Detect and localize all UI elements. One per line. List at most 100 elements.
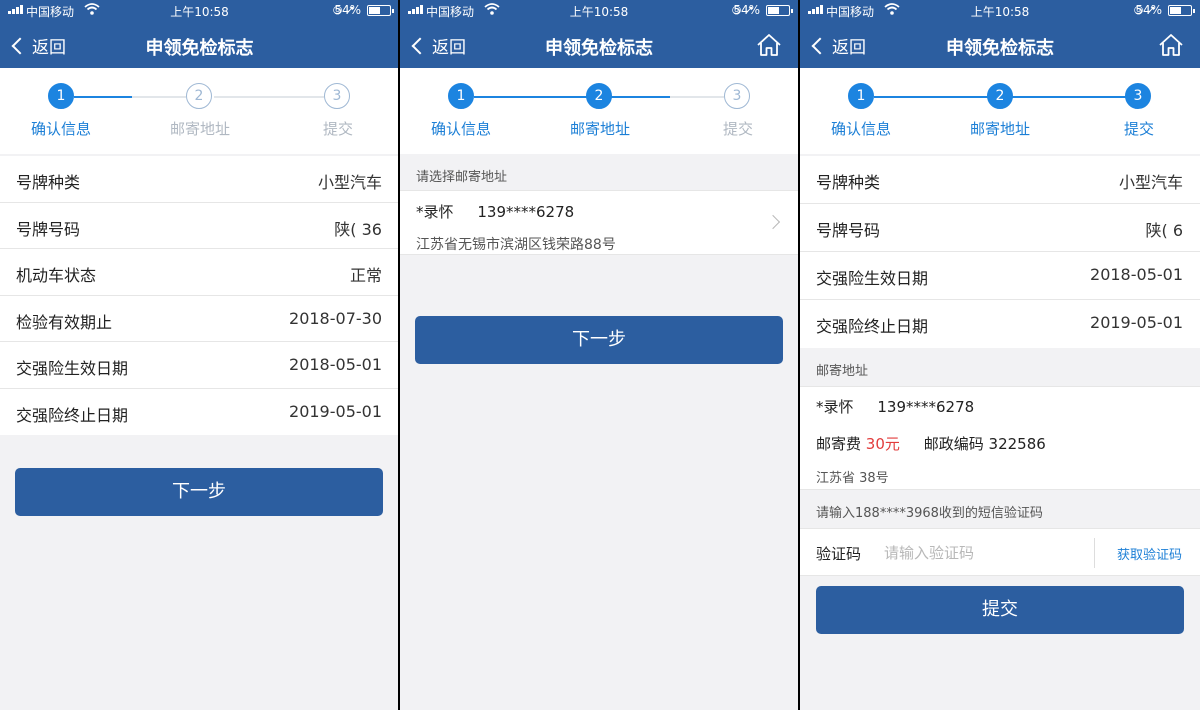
recipient-name: *录怀 [416, 203, 454, 221]
row-key: 机动车状态 [16, 266, 97, 285]
info-row-insurance-start: 交强险生效日期 2018-05-01 [0, 342, 399, 389]
vehicle-info-list: 号牌种类 小型汽车 号牌号码 陕( 36 机动车状态 正常 检验有效期止 2018-07… [0, 156, 399, 435]
step-3-circle: 3 [324, 83, 350, 109]
step-2-circle: 2 [586, 83, 612, 109]
recipient-line: *录怀 139****6278 [416, 201, 574, 222]
info-row-plate-type: 号牌种类 小型汽车 [800, 156, 1200, 204]
step-3-label: 提交 [722, 120, 753, 138]
step-1-label: 确认信息 [30, 120, 91, 138]
row-key: 号牌种类 [16, 173, 81, 192]
step-line-pending [670, 96, 724, 98]
fee-label: 邮寄费 [816, 435, 862, 453]
step-line-done [612, 96, 670, 98]
row-value: 2018-07-30 [289, 308, 382, 328]
step-1-circle: 1 [848, 83, 874, 109]
step-1-label: 确认信息 [430, 120, 491, 138]
step-indicator: 1 2 3 确认信息 邮寄地址 提交 [400, 68, 798, 154]
status-bar: 中国移动 上午10:58 ◎ ➚ 54% [400, 0, 798, 22]
home-icon[interactable] [1158, 32, 1184, 58]
nav-bar: 返回 申领免检标志 [0, 22, 399, 68]
row-value: 小型汽车 [1118, 173, 1183, 192]
page-title: 申领免检标志 [946, 38, 1054, 59]
recipient-address: 江苏省 38号 [816, 471, 889, 486]
battery-icon [766, 5, 793, 16]
battery-percent: 54% [733, 3, 760, 17]
row-value: 2019-05-01 [289, 401, 382, 421]
verification-code-row: 验证码 获取验证码 [800, 528, 1200, 576]
battery-percent: 54% [1135, 3, 1162, 17]
info-row-insurance-end: 交强险终止日期 2019-05-01 [800, 300, 1200, 348]
address-item[interactable]: *录怀 139****6278 江苏省无锡市滨湖区钱荣路88号 [400, 190, 798, 255]
nav-bar: 返回 申领免检标志 [800, 22, 1200, 68]
screen-confirm-info: 中国移动 上午10:58 ◎ ➚ 54% 返回 申领免检标志 1 2 3 确认信… [0, 0, 399, 710]
step-3-circle: 3 [724, 83, 750, 109]
step-1-circle: 1 [48, 83, 74, 109]
step-1-label: 确认信息 [830, 120, 891, 138]
home-icon[interactable] [756, 32, 782, 58]
step-2-circle: 2 [987, 83, 1013, 109]
row-value: 正常 [349, 266, 382, 285]
chevron-right-icon [765, 214, 781, 230]
info-row-plate-number: 号牌号码 陕( 36 [0, 203, 399, 249]
code-label: 验证码 [816, 545, 862, 563]
get-code-button[interactable]: 获取验证码 [1117, 544, 1182, 563]
row-key: 交强险终止日期 [816, 317, 929, 336]
recipient-address: 江苏省无锡市滨湖区钱荣路88号 [416, 237, 616, 253]
vertical-divider [1094, 538, 1095, 568]
info-row-vehicle-status: 机动车状态 正常 [0, 249, 399, 296]
step-2-circle: 2 [186, 83, 212, 109]
fee-amount: 30元 [865, 435, 900, 453]
row-value: 2018-05-01 [289, 355, 382, 374]
battery-percent: 54% [334, 3, 361, 17]
fee-line: 邮寄费 30元 邮政编码 322586 [816, 433, 1046, 454]
row-value: 小型汽车 [317, 173, 382, 192]
recipient-phone: 139****6278 [877, 398, 975, 416]
info-row-insurance-start: 交强险生效日期 2018-05-01 [800, 252, 1200, 300]
sms-hint: 请输入188****3968收到的短信验证码 [816, 506, 1043, 521]
row-key: 交强险生效日期 [816, 269, 929, 288]
next-button[interactable]: 下一步 [415, 316, 783, 364]
step-3-label: 提交 [322, 120, 353, 138]
postcode-label: 邮政编码 [923, 435, 984, 453]
row-key: 号牌号码 [816, 221, 881, 240]
step-2-label: 邮寄地址 [169, 120, 230, 138]
battery-icon [1168, 5, 1195, 16]
next-button[interactable]: 下一步 [15, 468, 383, 516]
postcode-value: 322586 [988, 435, 1046, 453]
page-title: 申领免检标志 [545, 38, 653, 59]
step-2-label: 邮寄地址 [569, 120, 630, 138]
screen-mailing-address: 中国移动 上午10:58 ◎ ➚ 54% 返回 申领免检标志 1 2 3 确认信… [400, 0, 798, 710]
step-1-circle: 1 [448, 83, 474, 109]
recipient-line: *录怀 139****6278 [816, 396, 974, 417]
page-title: 申领免检标志 [145, 38, 254, 59]
row-key: 号牌种类 [816, 173, 881, 192]
vehicle-info-list: 号牌种类 小型汽车 号牌号码 陕( 6 交强险生效日期 2018-05-01 交强险终… [800, 156, 1200, 348]
step-line-pending [132, 96, 186, 98]
battery-icon [367, 5, 394, 16]
section-title: 请选择邮寄地址 [416, 170, 508, 185]
row-key: 检验有效期止 [16, 312, 113, 332]
row-value: 2018-05-01 [1090, 265, 1183, 284]
step-indicator: 1 2 3 确认信息 邮寄地址 提交 [0, 68, 399, 154]
nav-bar: 返回 申领免检标志 [400, 22, 798, 68]
recipient-phone: 139****6278 [477, 203, 575, 221]
screen-submit: 中国移动 上午10:58 ◎ ➚ 54% 返回 申领免检标志 1 2 3 确认信… [800, 0, 1200, 710]
info-row-plate-type: 号牌种类 小型汽车 [0, 156, 399, 203]
step-indicator: 1 2 3 确认信息 邮寄地址 提交 [800, 68, 1200, 154]
row-value: 2019-05-01 [1090, 313, 1183, 332]
step-line-done [74, 96, 132, 98]
step-3-label: 提交 [1123, 120, 1154, 138]
verification-code-input[interactable] [884, 541, 1074, 565]
submit-button[interactable]: 提交 [816, 586, 1184, 634]
row-value: 陕( 6 [1145, 221, 1183, 240]
row-key: 交强险生效日期 [16, 359, 129, 378]
mailing-address-card: *录怀 139****6278 邮寄费 30元 邮政编码 322586 江苏省 … [800, 386, 1200, 490]
screens-container: 中国移动 上午10:58 ◎ ➚ 54% 返回 申领免检标志 1 2 3 确认信… [0, 0, 1200, 710]
info-row-plate-number: 号牌号码 陕( 6 [800, 204, 1200, 252]
info-row-inspection-expiry: 检验有效期止 2018-07-30 [0, 296, 399, 342]
step-2-label: 邮寄地址 [969, 120, 1030, 138]
row-key: 号牌号码 [16, 219, 81, 239]
status-bar: 中国移动 上午10:58 ◎ ➚ 54% [800, 0, 1200, 22]
row-value: 陕( 36 [334, 219, 382, 239]
section-title: 邮寄地址 [816, 364, 869, 379]
